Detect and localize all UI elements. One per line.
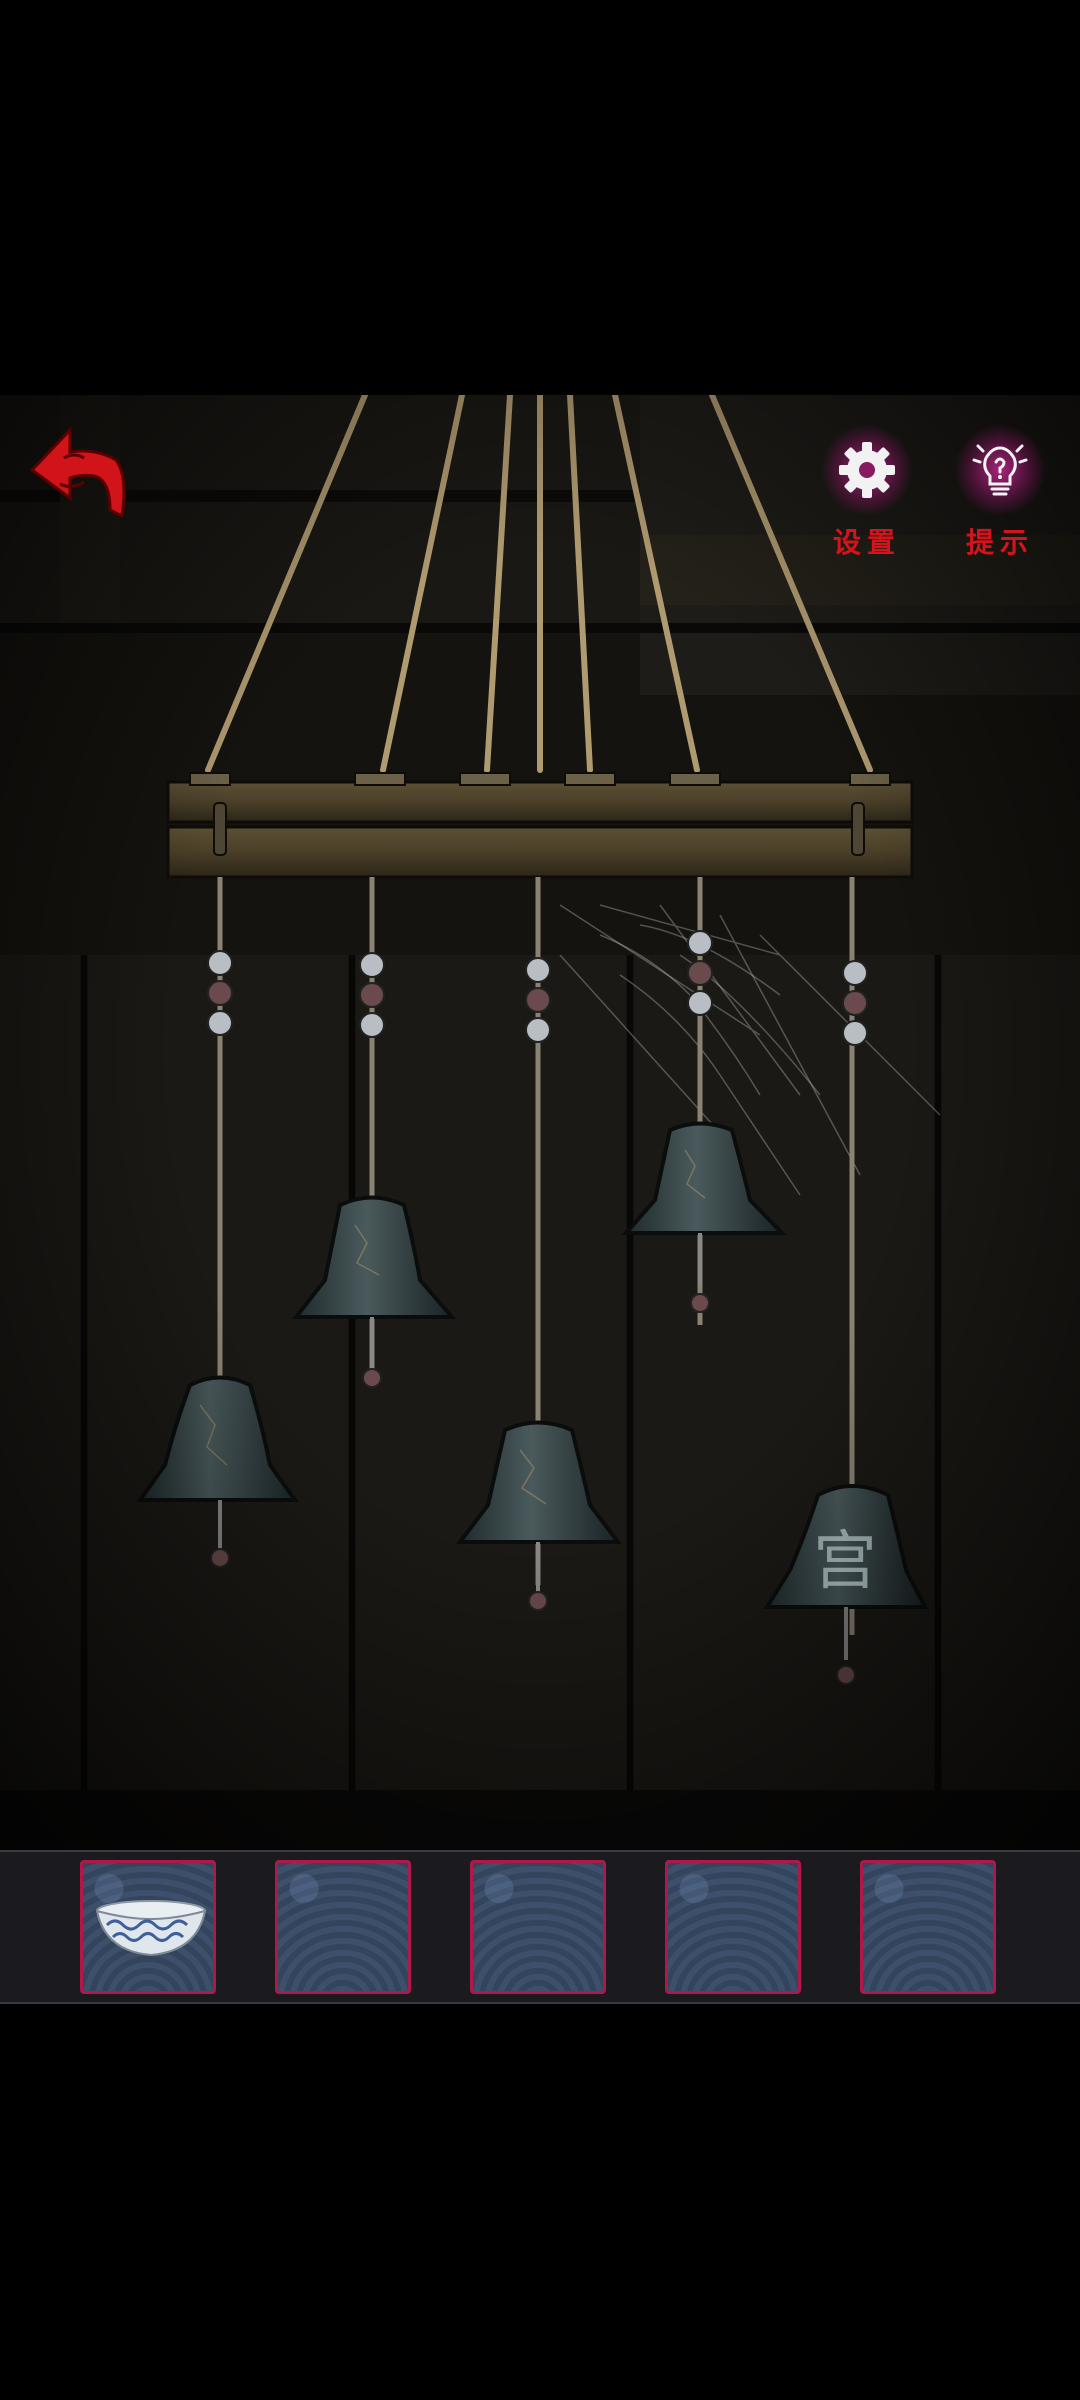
back-arrow-icon [29,426,126,519]
inventory-slot-2[interactable] [275,1860,411,1994]
bell-glyph: 宫 [813,1525,877,1599]
inventory-slot-1[interactable] [80,1860,216,1994]
inventory-slot-3[interactable] [470,1860,606,1994]
lightbulb-icon [972,444,1028,496]
hint-label: 提示 [965,526,1034,559]
porcelain-bowl-icon [95,1900,207,1957]
back-button[interactable] [24,418,134,528]
inventory-slot-4[interactable] [665,1860,801,1994]
settings-button[interactable]: 设置 [822,425,912,561]
gear-icon [839,442,895,498]
wind-chime-illustration [0,395,1080,1850]
settings-label: 设置 [832,526,901,559]
inventory-slot-5[interactable] [860,1860,996,1994]
inventory-bar [0,1850,1080,2004]
game-scene: 宫 [0,395,1080,1850]
hint-button[interactable]: 提示 [955,425,1045,561]
